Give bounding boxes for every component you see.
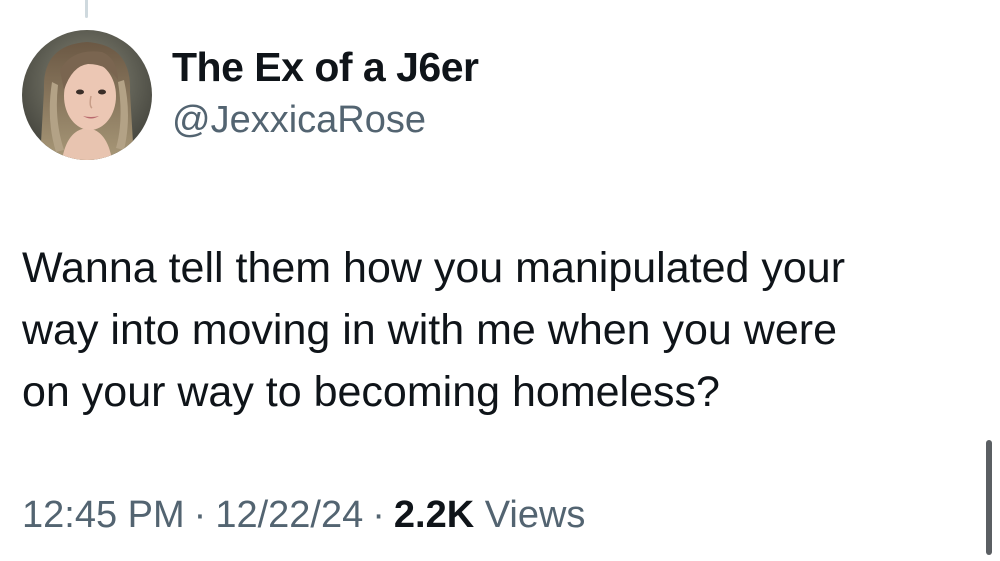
avatar[interactable] (22, 30, 152, 160)
tweet-time[interactable]: 12:45 PM (22, 494, 185, 536)
tweet-text-line: Wanna tell them how you manipulated your (22, 244, 846, 292)
views-count[interactable]: 2.2K (394, 494, 474, 536)
avatar-photo-icon (22, 30, 152, 160)
tweet-card: The Ex of a J6er @JexxicaRose Wanna tell… (0, 0, 1000, 561)
meta-separator: · (193, 494, 207, 536)
author-handle[interactable]: @JexxicaRose (172, 99, 426, 142)
meta-separator: · (372, 494, 385, 536)
tweet-metadata: 12:45 PM · 12/22/24 · 2.2K Views (22, 494, 585, 537)
author-display-name[interactable]: The Ex of a J6er (172, 44, 479, 91)
views-label[interactable]: Views (485, 494, 586, 536)
tweet-text-line: way into moving in with me when you were (22, 306, 837, 354)
tweet-date[interactable]: 12/22/24 (215, 494, 363, 536)
thread-connector-line (85, 0, 88, 18)
tweet-text-line: on your way to becoming homeless? (22, 368, 720, 416)
tweet-text: Wanna tell them how you manipulated your… (22, 237, 982, 423)
scrollbar[interactable] (986, 440, 992, 555)
